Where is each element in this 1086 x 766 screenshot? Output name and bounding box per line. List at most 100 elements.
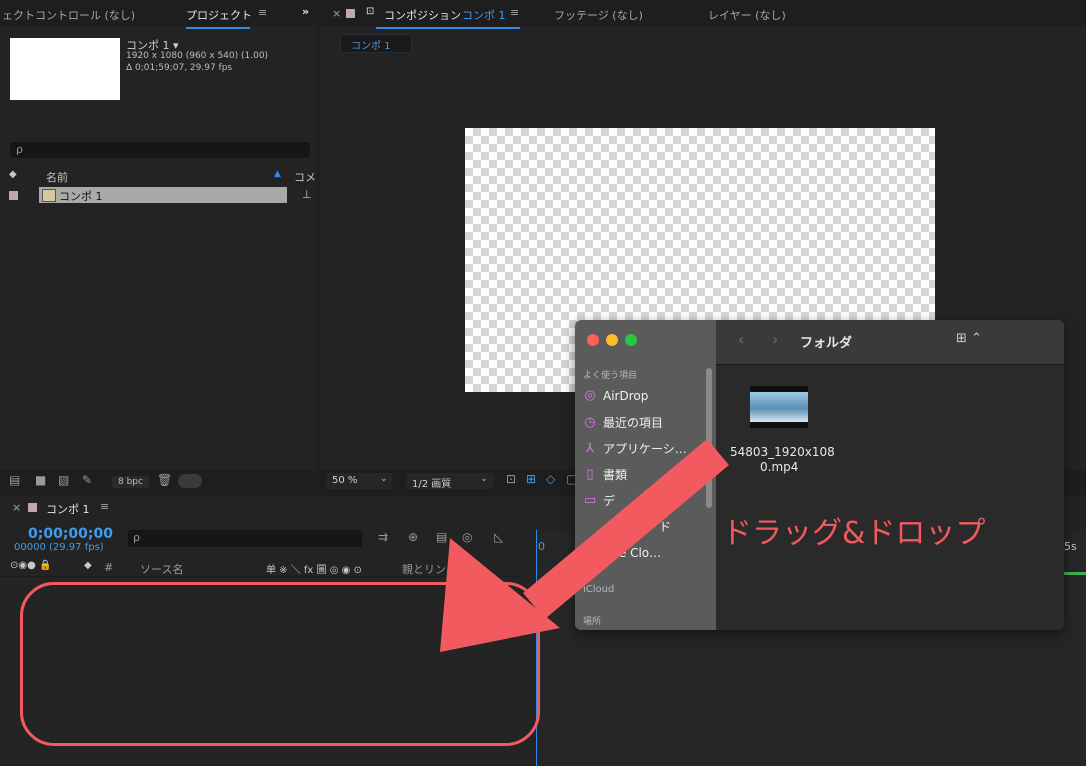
- label-tag-icon: ◆: [84, 560, 92, 571]
- project-item-comp1[interactable]: コンポ 1: [9, 187, 287, 203]
- frame-blending-icon[interactable]: ▤: [436, 530, 447, 544]
- scroll-thumb[interactable]: [178, 474, 202, 488]
- mask-visibility-icon[interactable]: ◇: [546, 472, 555, 486]
- tab-composition-name[interactable]: コンポ 1: [462, 7, 506, 23]
- sidebar-item-label: デ: [603, 494, 616, 508]
- sidebar-section-places: 場所: [583, 617, 602, 627]
- work-area-bar[interactable]: [1062, 572, 1086, 575]
- sidebar-item-desktop[interactable]: ▭ デ: [583, 492, 615, 509]
- project-column-header: ◆ 名前 ▲ コメ: [0, 168, 316, 184]
- new-comp-icon[interactable]: ▧: [58, 473, 69, 487]
- timeline-label-swatch: [28, 503, 37, 512]
- timeline-search-input[interactable]: ρ: [128, 530, 362, 547]
- fast-previews-icon[interactable]: ⊡: [506, 472, 516, 486]
- timeline-menu-icon[interactable]: ≡: [100, 500, 109, 513]
- tab-effect-controls[interactable]: ェクトコントロール (なし): [2, 7, 135, 23]
- project-bottom-toolbar: ▤ ■ ▧ ✎ 8 bpc 🗑: [0, 470, 316, 492]
- comp-duration: Δ 0;01;59;07, 29.97 fps: [126, 63, 233, 73]
- recent-icon: ◷: [584, 415, 596, 430]
- minimize-window-icon[interactable]: [606, 334, 618, 346]
- documents-icon: ▯: [586, 467, 594, 482]
- sidebar-item-downloads[interactable]: ド: [659, 518, 671, 535]
- sort-ascending-icon: ▲: [274, 169, 281, 179]
- chevron-down-icon: ⌄: [380, 474, 388, 484]
- draft-3d-icon[interactable]: ⊕: [408, 530, 418, 544]
- finder-toolbar: ‹ › フォルダ ⊞ ⌃: [716, 320, 1064, 365]
- sidebar-item-applications[interactable]: ⅄ アプリケーシ…: [583, 440, 687, 457]
- finder-sidebar: よく使う項目 ◎ AirDrop ◷ 最近の項目 ⅄ アプリケーシ… ▯ 書類 ▭ デ ド…: [575, 320, 716, 630]
- video-thumbnail[interactable]: [750, 386, 808, 428]
- sidebar-item-label: 最近の項目: [603, 416, 664, 430]
- tab-project-underline: [186, 27, 250, 29]
- tab-project[interactable]: プロジェクト: [186, 7, 252, 23]
- close-window-icon[interactable]: [587, 334, 599, 346]
- resolution-value: 1/2 画質: [412, 479, 452, 490]
- close-icon[interactable]: ×: [332, 7, 341, 20]
- column-source-name[interactable]: ソース名: [140, 561, 183, 577]
- comp-subtab-label: コンポ 1: [351, 41, 391, 52]
- search-icon: ρ: [133, 531, 140, 544]
- tab-layer[interactable]: レイヤー (なし): [708, 7, 786, 23]
- zoom-window-icon[interactable]: [625, 334, 637, 346]
- panel-menu-icon[interactable]: ≡: [258, 6, 267, 19]
- project-search-input[interactable]: ρ: [10, 142, 310, 158]
- video-file-name[interactable]: 54803_1920x108: [730, 445, 835, 459]
- finder-content: ‹ › フォルダ ⊞ ⌃ 54803_1920x108 0.mp4: [716, 320, 1064, 630]
- comp-flowchart-icon[interactable]: ⇉: [378, 530, 388, 544]
- label-color-swatch: [9, 191, 18, 200]
- folder-title: フォルダ: [800, 336, 853, 351]
- sidebar-item-recents[interactable]: ◷ 最近の項目: [583, 414, 663, 431]
- graph-editor-icon[interactable]: ◺: [494, 530, 503, 544]
- drop-target-highlight: [20, 582, 540, 746]
- trash-icon[interactable]: 🗑: [157, 473, 172, 487]
- column-number: #: [104, 561, 114, 574]
- layer-column-header: ⊙◉● 🔒 ◆ # ソース名 单 ※ ＼ fx 圖 ◎ ◉ ⊙ 親とリンク: [0, 558, 520, 577]
- zoom-dropdown[interactable]: 50 % ⌄: [326, 473, 392, 489]
- layer-switches-icons[interactable]: 单 ※ ＼ fx 圖 ◎ ◉ ⊙: [266, 561, 362, 576]
- expand-icon[interactable]: »: [302, 5, 309, 18]
- resolution-dropdown[interactable]: 1/2 画質 ⌄: [406, 473, 494, 490]
- drag-drop-label: ドラッグ&ドロップ: [722, 516, 986, 551]
- project-tabbar: ェクトコントロール (なし) プロジェクト ≡ »: [0, 0, 316, 26]
- column-comment[interactable]: コメ: [294, 169, 316, 185]
- sidebar-item-label: AirDrop: [603, 388, 649, 403]
- comp-subtab[interactable]: コンポ 1: [340, 34, 412, 53]
- tab-composition[interactable]: コンポジション: [384, 7, 461, 23]
- search-icon: ρ: [16, 143, 23, 156]
- comp-menu-icon[interactable]: ≡: [510, 6, 519, 19]
- back-icon[interactable]: ‹: [738, 330, 744, 349]
- sidebar-item-label: ド: [659, 520, 672, 534]
- tab-timeline[interactable]: コンポ 1: [46, 501, 90, 517]
- desktop-icon: ▭: [583, 493, 597, 508]
- lock-icon[interactable]: ⊡: [366, 6, 374, 17]
- comp-thumbnail: [10, 38, 120, 100]
- sidebar-item-label: eative Clo…: [589, 546, 662, 560]
- sidebar-item-creative-cloud[interactable]: eative Clo…: [589, 546, 661, 560]
- sidebar-section-favorites: よく使う項目: [583, 371, 638, 381]
- project-item-label: コンポ 1: [59, 190, 103, 203]
- applications-icon: ⅄: [586, 441, 594, 456]
- grid-view-icon[interactable]: ⊞ ⌃: [956, 331, 982, 346]
- timecode-display[interactable]: 0;00;00;00: [28, 526, 113, 542]
- bit-depth-button[interactable]: 8 bpc: [112, 476, 149, 488]
- ruler-start-label: 0: [538, 540, 545, 553]
- close-icon[interactable]: ×: [12, 501, 21, 514]
- video-file-ext: 0.mp4: [760, 460, 799, 474]
- forward-icon[interactable]: ›: [772, 330, 778, 349]
- tab-footage[interactable]: フッテージ (なし): [554, 7, 643, 23]
- sidebar-item-airdrop[interactable]: ◎ AirDrop: [583, 388, 648, 403]
- interpret-footage-icon[interactable]: ▤: [9, 473, 20, 487]
- composition-icon: [42, 189, 56, 202]
- sidebar-scrollbar[interactable]: [706, 368, 712, 508]
- transparency-grid-icon[interactable]: ⊞: [526, 472, 536, 486]
- column-name[interactable]: 名前: [46, 169, 68, 185]
- render-queue-icon[interactable]: ✎: [82, 473, 92, 487]
- sidebar-item-documents[interactable]: ▯ 書類: [583, 466, 627, 483]
- flowchart-icon[interactable]: ⊥: [302, 188, 312, 201]
- column-parent-link[interactable]: 親とリンク: [402, 561, 457, 577]
- av-switches-icon[interactable]: ⊙◉● 🔒: [10, 560, 51, 571]
- chevron-down-icon: ⌄: [480, 474, 488, 484]
- new-folder-icon[interactable]: ■: [35, 473, 46, 487]
- motion-blur-icon[interactable]: ◎: [462, 530, 472, 544]
- finder-window[interactable]: よく使う項目 ◎ AirDrop ◷ 最近の項目 ⅄ アプリケーシ… ▯ 書類 ▭ デ ド…: [575, 320, 1064, 630]
